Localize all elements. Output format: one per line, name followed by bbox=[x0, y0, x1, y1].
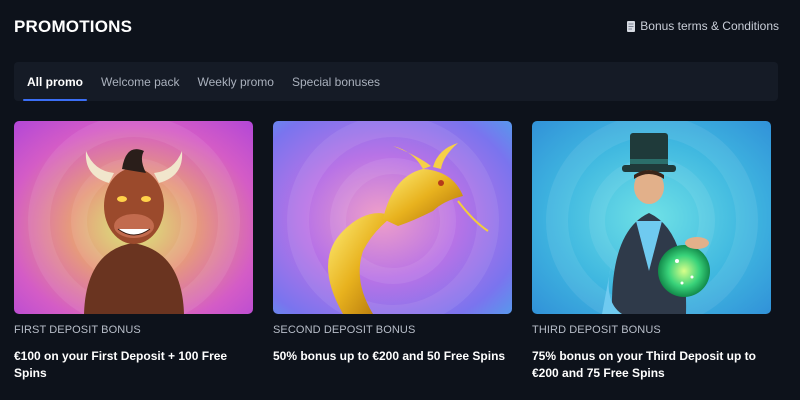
promo-title: €100 on your First Deposit + 100 Free Sp… bbox=[14, 349, 228, 380]
magician-character-image bbox=[532, 121, 771, 314]
bonus-terms-link[interactable]: Bonus terms & Conditions bbox=[627, 19, 779, 33]
tab-welcome-pack[interactable]: Welcome pack bbox=[100, 62, 180, 101]
promo-card-second-deposit[interactable]: SECOND DEPOSIT BONUS 50% bonus up to €20… bbox=[273, 121, 512, 382]
document-icon bbox=[627, 20, 636, 32]
tab-special-bonuses[interactable]: Special bonuses bbox=[291, 62, 381, 101]
bull-character-image bbox=[14, 121, 253, 314]
golden-dragon-image bbox=[273, 121, 512, 314]
bonus-terms-label: Bonus terms & Conditions bbox=[640, 19, 779, 33]
promo-category: SECOND DEPOSIT BONUS bbox=[273, 324, 416, 336]
promo-card-list: FIRST DEPOSIT BONUS €100 on your First D… bbox=[14, 121, 771, 382]
tab-weekly-promo[interactable]: Weekly promo bbox=[196, 62, 274, 101]
promo-title: 50% bonus up to €200 and 50 Free Spins bbox=[273, 349, 506, 363]
promo-tabs: All promo Welcome pack Weekly promo Spec… bbox=[14, 62, 778, 101]
promo-card-first-deposit[interactable]: FIRST DEPOSIT BONUS €100 on your First D… bbox=[14, 121, 253, 382]
promo-category: THIRD DEPOSIT BONUS bbox=[532, 324, 661, 336]
promo-category: FIRST DEPOSIT BONUS bbox=[14, 324, 141, 336]
page-title: PROMOTIONS bbox=[14, 17, 133, 36]
promo-title: 75% bonus on your Third Deposit up to €2… bbox=[532, 349, 756, 380]
promo-card-third-deposit[interactable]: THIRD DEPOSIT BONUS 75% bonus on your Th… bbox=[532, 121, 771, 382]
tab-all-promo[interactable]: All promo bbox=[23, 62, 87, 101]
